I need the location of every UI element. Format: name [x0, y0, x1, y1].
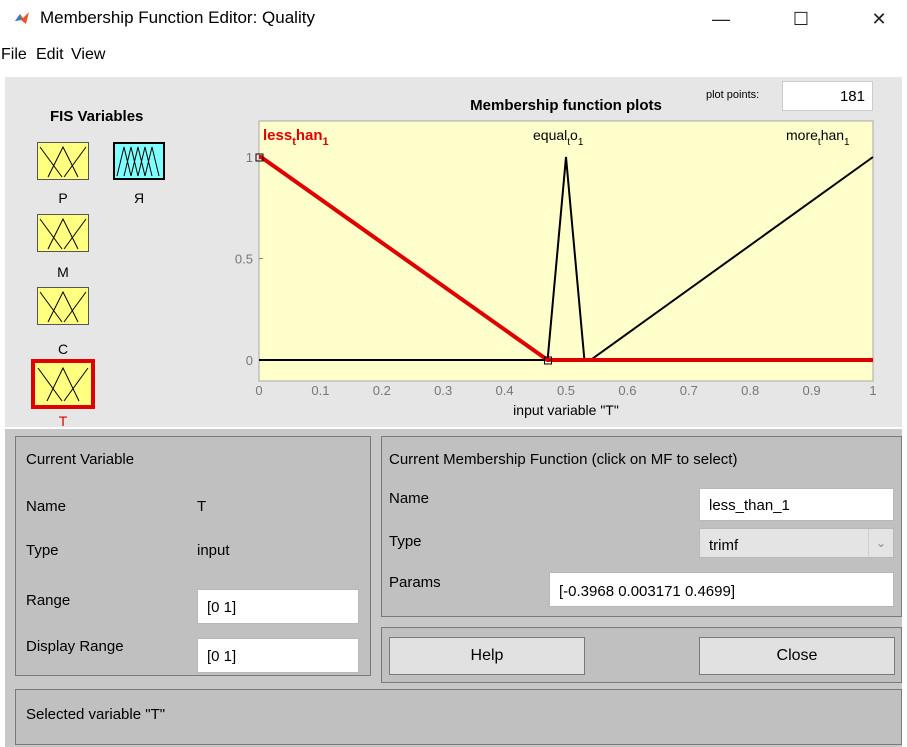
mf-type-select[interactable]: trimf ⌄ — [699, 528, 894, 558]
x-tick-label: 0.5 — [557, 383, 575, 398]
display-range-input[interactable]: [0 1] — [197, 638, 359, 673]
mf-label-equal-mid: o — [570, 127, 578, 143]
x-tick-label: 0 — [255, 383, 262, 398]
x-axis-label: input variable "T" — [513, 402, 619, 418]
x-tick-label: 0.8 — [741, 383, 759, 398]
current-mf-title: Current Membership Function (click on MF… — [389, 451, 738, 468]
mf-type-value: trimf — [709, 537, 739, 554]
mf-label-more-base: more — [786, 127, 818, 143]
mf-params-input[interactable]: [-0.3968 0.003171 0.4699] — [549, 572, 894, 607]
mf-label-more-end: 1 — [844, 137, 850, 148]
mf-label-less-base: less — [263, 127, 292, 144]
range-label: Range — [26, 592, 71, 609]
current-variable-title: Current Variable — [26, 451, 135, 468]
plot-title: Membership function plots — [470, 97, 662, 114]
variable-name-value: T — [197, 498, 207, 515]
y-tick-label: 1 — [246, 150, 253, 165]
y-tick-label: 0.5 — [235, 252, 253, 267]
membership-plot: Membership function plots 0 0.5 1 0 0.1 0.2 0… — [235, 97, 877, 418]
mf-name-input[interactable]: less_than_1 — [699, 488, 894, 521]
x-tick-label: 0.2 — [373, 383, 391, 398]
mf-type-label: Type — [389, 533, 422, 550]
chevron-down-icon[interactable]: ⌄ — [868, 529, 893, 557]
y-tick-label: 0 — [246, 353, 253, 368]
mf-params-label: Params — [389, 574, 441, 591]
x-tick-label: 0.9 — [803, 383, 821, 398]
help-button[interactable]: Help — [389, 637, 585, 675]
mf-label-less-end: 1 — [323, 136, 329, 148]
x-tick-label: 0.7 — [680, 383, 698, 398]
x-tick-label: 0.3 — [434, 383, 452, 398]
x-tick-label: 0.6 — [618, 383, 636, 398]
close-button[interactable]: Close — [699, 637, 895, 675]
mf-label-equal-base: equal — [533, 127, 567, 143]
x-tick-label: 0.4 — [496, 383, 514, 398]
variable-type-label: Type — [26, 542, 59, 559]
mf-label-more-mid: han — [821, 127, 844, 143]
range-input[interactable]: [0 1] — [197, 589, 359, 624]
mf-label-equal-end: 1 — [578, 137, 584, 148]
display-range-label: Display Range — [26, 638, 124, 655]
x-tick-label: 1 — [869, 383, 876, 398]
variable-name-label: Name — [26, 498, 67, 515]
mf-label-less-mid: han — [296, 127, 323, 144]
mf-name-label: Name — [389, 490, 430, 507]
x-tick-label: 0.1 — [311, 383, 329, 398]
status-text: Selected variable "T" — [26, 706, 166, 723]
variable-type-value: input — [197, 542, 230, 559]
